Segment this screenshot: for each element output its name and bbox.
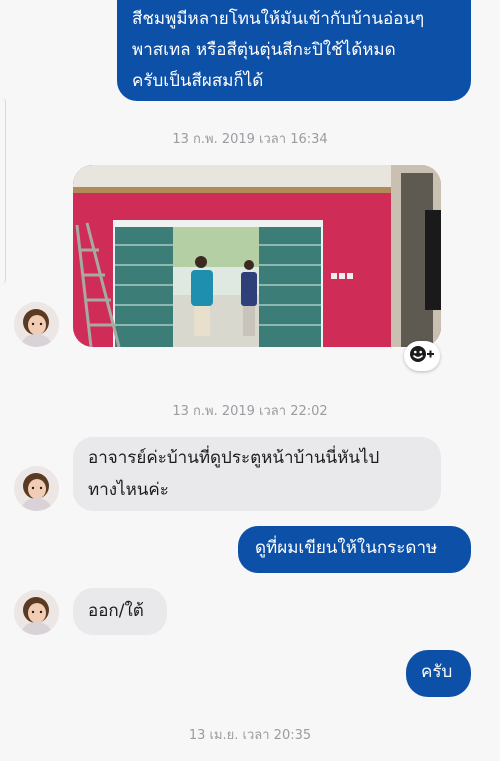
message-line: อาจารย์ค่ะบ้านที่ดูประตูหน้าบ้านนี่หันไป bbox=[88, 448, 380, 468]
message-outgoing-krub[interactable]: ครับ bbox=[406, 650, 471, 697]
message-line: พาสเทล หรือสีตุ่นตุ่นสีกะปิใช้ได้หมด bbox=[132, 40, 396, 60]
message-text: ดูที่ผมเขียนให้ในกระดาษ bbox=[255, 538, 438, 558]
avatar[interactable] bbox=[14, 590, 59, 635]
message-text: ครับ bbox=[421, 662, 453, 682]
timestamp: 13 ก.พ. 2019 เวลา 16:34 bbox=[172, 132, 328, 147]
add-reaction-icon bbox=[409, 345, 435, 367]
avatar[interactable] bbox=[14, 466, 59, 511]
left-edge-divider bbox=[0, 98, 6, 284]
message-line: ครับเป็นสีผสมก็ได้ bbox=[132, 71, 264, 91]
message-outgoing-see-paper[interactable]: ดูที่ผมเขียนให้ในกระดาษ bbox=[238, 526, 471, 573]
timestamp: 13 ก.พ. 2019 เวลา 22:02 bbox=[172, 404, 328, 419]
shared-photo-pink-wall[interactable] bbox=[73, 165, 441, 347]
add-reaction-button[interactable] bbox=[404, 341, 440, 371]
message-line: สีชมพูมีหลายโทนให้มันเข้ากับบ้านอ่อนๆ bbox=[132, 9, 425, 29]
message-outgoing-pink-tones[interactable]: สีชมพูมีหลายโทนให้มันเข้ากับบ้านอ่อนๆ พา… bbox=[117, 0, 471, 101]
message-incoming-east-south[interactable]: ออก/ใต้ bbox=[73, 588, 167, 635]
message-text: ออก/ใต้ bbox=[88, 601, 144, 621]
avatar[interactable] bbox=[14, 302, 59, 347]
message-incoming-door-direction[interactable]: อาจารย์ค่ะบ้านที่ดูประตูหน้าบ้านนี่หันไป… bbox=[73, 437, 441, 511]
message-line: ทางไหนค่ะ bbox=[88, 480, 169, 500]
timestamp: 13 เม.ย. เวลา 20:35 bbox=[188, 728, 312, 743]
